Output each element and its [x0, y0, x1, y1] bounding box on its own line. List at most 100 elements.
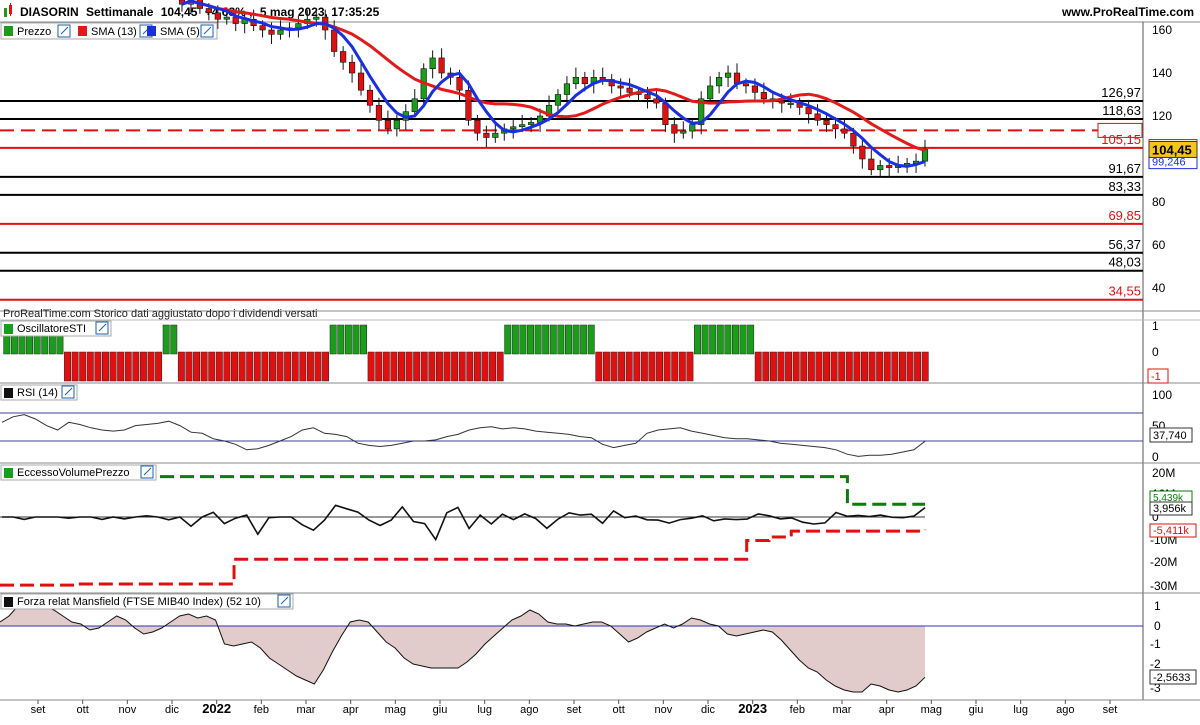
candle-body — [832, 124, 839, 130]
sti-bar-down — [785, 351, 793, 382]
volume-lower-label: -5,411k — [1153, 525, 1189, 537]
x-tick-label: feb — [254, 704, 269, 716]
legend-price: Prezzo — [17, 26, 51, 38]
sti-bar-down — [139, 351, 147, 382]
candle-body — [760, 92, 767, 100]
candle-body — [653, 98, 660, 104]
rsi-legend-icon — [4, 388, 13, 398]
sti-bar-down — [253, 351, 261, 382]
level-label: 69,85 — [1108, 208, 1141, 223]
sti-bar-up — [694, 324, 701, 355]
price-tags: 105,3399,246104,45 — [1148, 139, 1198, 170]
sti-bar-up — [549, 324, 557, 355]
sti-bar-up — [352, 324, 360, 355]
candle-body — [581, 77, 588, 85]
sti-bar-up — [565, 324, 572, 355]
sti-bar-down — [610, 351, 618, 382]
sti-bar-up — [701, 324, 709, 355]
candle-body — [483, 132, 490, 138]
sti-bar-up — [337, 324, 345, 355]
candle-body — [724, 72, 732, 78]
rsi-guides — [0, 412, 1143, 442]
sti-bar-up — [534, 324, 542, 355]
sti-bar-down — [640, 351, 648, 382]
sti-bar-up — [580, 324, 588, 355]
mansfield-tick-1: 1 — [1154, 599, 1161, 613]
sti-bar-down — [246, 351, 254, 382]
x-tick-label: giu — [433, 704, 448, 716]
sti-bar-down — [473, 351, 481, 382]
x-tick-label: 2023 — [738, 701, 767, 716]
sti-bar-down — [595, 351, 603, 382]
sti-bar-down — [94, 351, 102, 382]
sti-bar-down — [375, 351, 383, 382]
volume-title: EccessoVolumePrezzo — [17, 467, 130, 479]
sma5-tag-label: 99,246 — [1152, 157, 1186, 169]
sti-bar-down — [458, 351, 466, 382]
legend-sma13: SMA (13) — [91, 26, 137, 38]
last-price-tag-label: 104,45 — [1152, 142, 1192, 157]
level-label: 126,97 — [1101, 85, 1141, 100]
sti-bar-down — [823, 351, 830, 382]
x-tick-label: set — [1103, 704, 1118, 716]
candle-body — [519, 124, 526, 128]
x-tick-label: ago — [520, 704, 538, 716]
sti-bar-down — [314, 351, 322, 382]
sti-bar-down — [208, 351, 216, 382]
sma13-legend-swatch — [78, 26, 87, 36]
sti-bar-down — [276, 351, 284, 382]
sti-bar-down — [382, 351, 390, 382]
candle-body — [814, 113, 821, 121]
candle-body — [411, 98, 418, 113]
price-tick-label: 120 — [1152, 109, 1172, 123]
sti-bar-down — [367, 351, 375, 382]
sti-bar-down — [800, 351, 808, 382]
sti-bar-up — [747, 324, 755, 355]
sti-title: OscillatoreSTI — [17, 323, 86, 335]
candle-body — [384, 120, 391, 130]
level-label: 105,15 — [1101, 132, 1141, 147]
sti-bar-up — [360, 324, 367, 355]
volume-tick-minus20m: -20M — [1150, 555, 1177, 569]
x-tick-label: apr — [879, 704, 895, 716]
sti-bar-down — [261, 351, 269, 382]
sti-bar-down — [633, 351, 641, 382]
sti-bar-down — [102, 351, 109, 382]
sti-bar-down — [883, 351, 891, 382]
sti-tick-1: 1 — [1152, 319, 1159, 333]
rsi-title: RSI (14) — [17, 387, 58, 399]
candle-body — [886, 165, 893, 168]
sti-bar-down — [861, 351, 868, 382]
x-tick-label: lug — [477, 704, 492, 716]
sti-bar-down — [306, 351, 314, 382]
sti-bar-down — [79, 351, 87, 382]
sma5-legend-swatch — [147, 26, 156, 36]
sti-bar-down — [109, 351, 117, 382]
sti-bar-down — [390, 351, 398, 382]
volume-legend-icon — [4, 468, 13, 478]
candle-body — [859, 145, 866, 160]
sti-bar-down — [132, 351, 140, 382]
sti-bar-down — [322, 351, 330, 382]
sti-bar-down — [656, 351, 663, 382]
sti-bar-down — [489, 351, 497, 382]
sti-bar-down — [762, 351, 770, 382]
candle-body — [357, 72, 365, 91]
x-axis: set ott nov dic 2022 feb mar apr mag giu lug ago set… — [31, 700, 1118, 716]
x-tick-label: dic — [165, 704, 180, 716]
candle-body — [563, 83, 571, 95]
x-tick-label: mar — [833, 704, 852, 716]
sti-bar-up — [709, 324, 717, 355]
candle-body — [223, 16, 230, 20]
sti-bar-down — [223, 351, 231, 382]
price-legend-icon — [4, 26, 13, 36]
sti-bar-up — [511, 324, 519, 355]
candle-body — [868, 158, 875, 171]
website-label[interactable]: www.ProRealTime.com — [1061, 5, 1194, 19]
sti-bar-down — [648, 351, 656, 382]
candle-body — [349, 61, 356, 74]
candle-body — [259, 25, 266, 31]
sti-bar-down — [838, 351, 846, 382]
sti-bar-down — [398, 351, 405, 382]
candle-body — [474, 120, 481, 134]
